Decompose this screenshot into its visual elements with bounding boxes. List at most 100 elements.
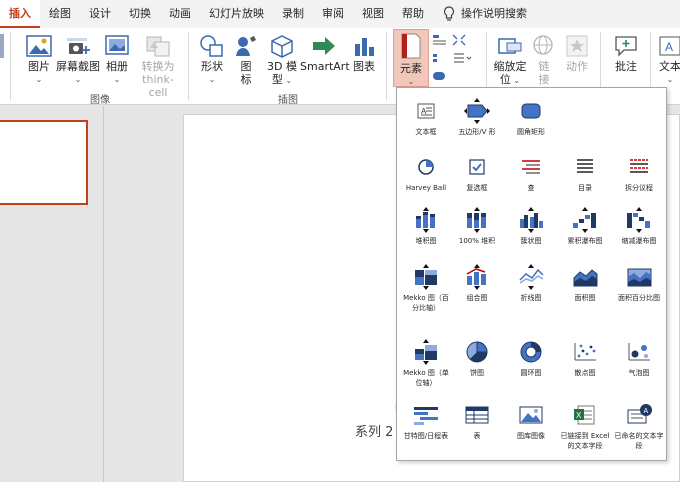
element-table-button[interactable]: 表 <box>451 402 503 441</box>
tab-view[interactable]: 视图 <box>353 0 393 28</box>
element-checkbox-button[interactable]: 复选框 <box>451 154 503 193</box>
element-combo-chart-button[interactable]: 组合图 <box>451 264 503 303</box>
element-pie-chart-button[interactable]: 饼图 <box>451 339 503 378</box>
tab-record[interactable]: 录制 <box>273 0 313 28</box>
element-area-chart-button[interactable]: 面积图 <box>559 264 611 303</box>
element-named-text-field-button[interactable]: A 已命名的文本字段 <box>613 402 665 451</box>
elements-button[interactable]: 元素 ⌄ <box>393 29 429 87</box>
convert-think-cell-button[interactable]: 转换为 think-cell <box>134 34 182 99</box>
think-cell-convert-icon <box>146 36 170 57</box>
3d-model-button[interactable]: 3D 模 型 ⌄ <box>264 34 300 87</box>
elements-dropdown-menu: A 文本框 五边形/V 形 圆角矩形 Harvey Ball 复选框 查 目录 拆分议程堆积图 1… <box>396 87 667 461</box>
shapes-button[interactable]: 形状 ⌄ <box>196 34 228 86</box>
icons-label-line2: 标 <box>240 73 252 86</box>
element-pentagon-chevron-button[interactable]: 五边形/V 形 <box>451 98 503 137</box>
image-placeholder-icon <box>519 406 543 424</box>
list-icon[interactable] <box>432 52 448 64</box>
element-area-percent-chart-button[interactable]: 面积百分比图 <box>613 264 665 303</box>
text-button[interactable]: A 文本 ⌄ <box>656 34 680 86</box>
align-icon[interactable] <box>432 34 448 46</box>
element-table-of-contents-button[interactable]: 目录 <box>559 154 611 193</box>
element-excel-linked-text-button[interactable]: X 已链接到 Excel 的文本字段 <box>559 402 611 451</box>
element-100-percent-stacked-button[interactable]: 100% 堆积 <box>451 207 503 246</box>
comment-button[interactable]: 批注 <box>610 34 642 73</box>
element-label: 查 <box>527 184 535 192</box>
action-button[interactable]: 动作 <box>562 34 592 73</box>
3d-model-label-line1: 3D 模 <box>267 60 297 73</box>
element-clustered-chart-button[interactable]: 簇状图 <box>505 207 557 246</box>
tab-review[interactable]: 审阅 <box>313 0 353 28</box>
element-harvey-ball-button[interactable]: Harvey Ball <box>400 154 452 193</box>
pane-divider[interactable] <box>103 106 104 482</box>
expand-icon[interactable] <box>452 34 466 46</box>
link-button[interactable]: 链 接 <box>530 34 558 86</box>
area-percent-chart-icon <box>627 268 652 287</box>
element-label: 累积瀑布图 <box>567 237 603 245</box>
element-line-chart-button[interactable]: 折线图 <box>505 264 557 303</box>
shapes-icon <box>200 35 223 57</box>
element-rounded-rectangle-button[interactable]: 圆角矩形 <box>505 98 557 137</box>
harvey-ball-icon <box>418 159 434 175</box>
element-label: 已链接到 Excel 的文本字段 <box>560 432 610 450</box>
picture-button[interactable]: 图片 ⌄ <box>24 34 54 86</box>
tab-slideshow[interactable]: 幻灯片放映 <box>200 0 273 28</box>
tab-help[interactable]: 帮助 <box>393 0 433 28</box>
element-label: 图库图像 <box>517 432 545 440</box>
slide-thumbnail-selected[interactable] <box>0 120 88 205</box>
comment-icon <box>615 36 637 57</box>
element-doughnut-chart-button[interactable]: 圆环图 <box>505 339 557 378</box>
table-of-contents-icon <box>577 159 593 173</box>
globe-link-icon <box>533 35 553 55</box>
element-agenda-button[interactable]: 查 <box>505 154 557 193</box>
element-gantt-timeline-button[interactable]: 甘特图/日程表 <box>400 402 452 441</box>
element-label: 拆分议程 <box>625 184 653 192</box>
tab-insert[interactable]: 插入 <box>0 0 40 28</box>
elements-icon <box>401 33 421 59</box>
element-label: 已命名的文本字段 <box>614 432 664 450</box>
chart-label: 图表 <box>353 60 375 73</box>
element-label: Harvey Ball <box>405 184 447 192</box>
gantt-timeline-icon <box>414 407 438 425</box>
zoom-position-button[interactable]: 缩放定 位 ⌄ <box>492 34 528 87</box>
smartart-button[interactable]: SmartArt <box>300 34 350 73</box>
line-chart-icon <box>519 264 544 290</box>
screenshot-button[interactable]: 屏幕截图 ⌄ <box>56 34 100 86</box>
chevron-down-icon: ⌄ <box>208 75 216 84</box>
group-separator <box>10 32 11 100</box>
element-image-placeholder-button[interactable]: 图库图像 <box>505 402 557 441</box>
mekko-unit-icon <box>415 339 437 365</box>
tab-draw[interactable]: 绘图 <box>40 0 80 28</box>
chart-button[interactable]: 图表 <box>350 34 378 73</box>
text-label: 文本 <box>659 60 680 73</box>
element-label: 缩减瀑布图 <box>621 237 657 245</box>
element-mekko-percent-button[interactable]: Mekko 图（百分比轴） <box>400 264 452 313</box>
element-scatter-chart-button[interactable]: 散点图 <box>559 339 611 378</box>
excel-linked-text-icon: X <box>574 405 595 425</box>
element-label: 气泡图 <box>628 369 650 377</box>
group-separator <box>386 32 387 100</box>
tab-transitions[interactable]: 切换 <box>120 0 160 28</box>
element-label: Mekko 图（单位轴） <box>403 369 449 387</box>
element-bubble-chart-button[interactable]: 气泡图 <box>613 339 665 378</box>
link-label-line1: 链 <box>538 60 550 73</box>
icons-button[interactable]: 图 标 <box>232 34 260 86</box>
chevron-down-icon: ⌄ <box>282 76 293 85</box>
element-waterfall-build-down-button[interactable]: 缩减瀑布图 <box>613 207 665 246</box>
stacked-chart-icon <box>416 207 435 233</box>
element-split-agenda-button[interactable]: 拆分议程 <box>613 154 665 193</box>
element-label: 饼图 <box>470 369 484 377</box>
element-waterfall-build-up-button[interactable]: 累积瀑布图 <box>559 207 611 246</box>
tab-animations[interactable]: 动画 <box>160 0 200 28</box>
tell-me-search[interactable]: 操作说明搜索 <box>433 0 536 28</box>
named-text-field-icon: A <box>627 404 652 424</box>
ribbon-tabs: 插入 绘图 设计 切换 动画 幻灯片放映 录制 审阅 视图 帮助 操作说明搜索 <box>0 0 680 28</box>
element-mekko-unit-button[interactable]: Mekko 图（单位轴） <box>400 339 452 388</box>
element-stacked-chart-button[interactable]: 堆积图 <box>400 207 452 246</box>
element-textbox-button[interactable]: A 文本框 <box>400 98 452 137</box>
bullet-list-icon[interactable] <box>452 52 472 64</box>
photo-album-button[interactable]: 相册 ⌄ <box>102 34 132 86</box>
checkbox-icon <box>469 159 485 175</box>
table-icon <box>465 406 489 424</box>
tab-design[interactable]: 设计 <box>80 0 120 28</box>
shape-icon[interactable] <box>432 70 448 82</box>
